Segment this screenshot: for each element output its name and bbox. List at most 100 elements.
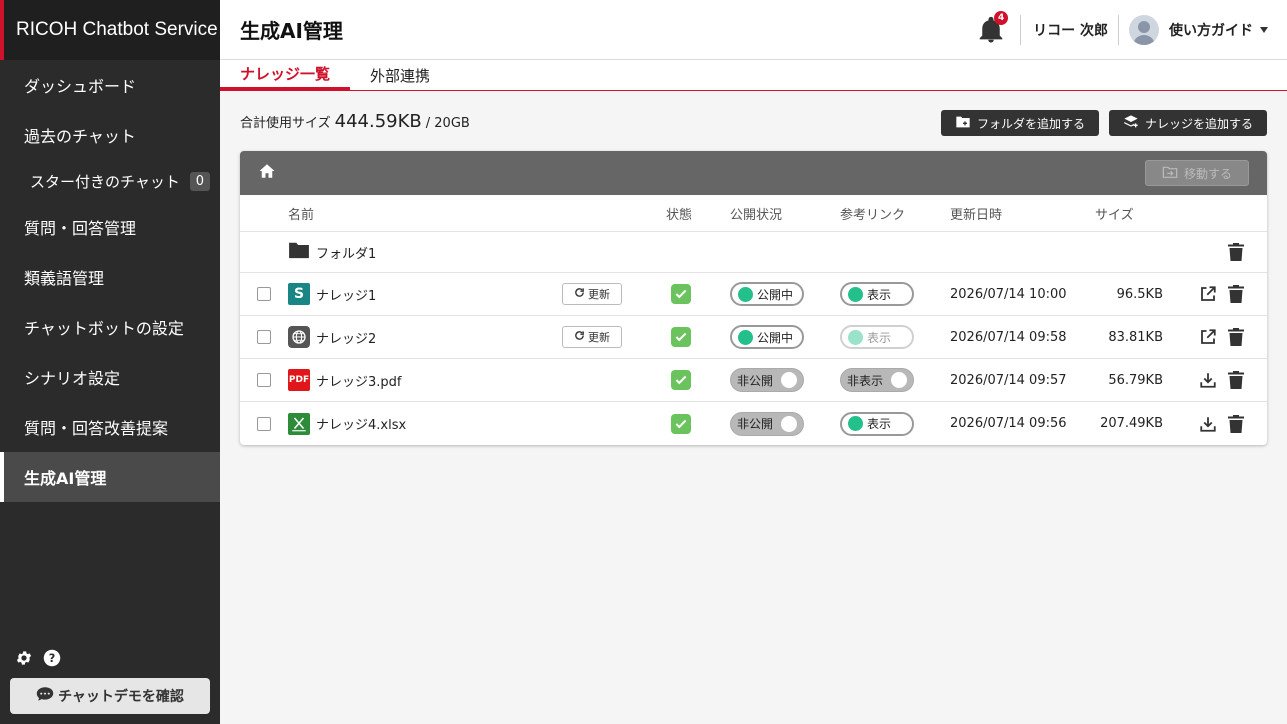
folder-row[interactable]: フォルダ1 <box>240 232 1267 273</box>
link-toggle[interactable]: 非表示 <box>840 368 914 392</box>
user-name: リコー 次郎 <box>1033 22 1108 39</box>
public-label: 公開中 <box>757 287 794 302</box>
col-size[interactable]: サイズ <box>1095 195 1134 231</box>
move-icon <box>1162 165 1178 182</box>
add-knowledge-label: ナレッジを追加する <box>1144 116 1253 131</box>
layers-add-icon <box>1123 114 1139 133</box>
sidebar-item-dashboard[interactable]: ダッシュボード <box>0 60 220 110</box>
trash-icon[interactable] <box>1226 327 1246 347</box>
help-icon[interactable]: ? <box>42 648 62 668</box>
toggle-knob <box>891 372 907 388</box>
home-icon[interactable] <box>258 162 276 184</box>
knowledge-table: 移動する 名前 状態 公開状況 参考リンク 更新日時 サイズ フォルダ1 S ナ… <box>240 151 1267 445</box>
svg-text:?: ? <box>49 652 56 665</box>
sidebar-bottom: ? チャットデモを確認 <box>0 648 220 724</box>
open-external-icon[interactable] <box>1198 284 1218 304</box>
sidebar-item-scenario-settings[interactable]: シナリオ設定 <box>0 352 220 402</box>
sidebar-item-qa-improvement[interactable]: 質問・回答改善提案 <box>0 402 220 452</box>
brand-logo: RICOH Chatbot Service <box>0 0 220 60</box>
public-toggle[interactable]: 非公開 <box>730 411 804 436</box>
table-header-row: 名前 状態 公開状況 参考リンク 更新日時 サイズ <box>240 195 1267 232</box>
col-updated[interactable]: 更新日時 <box>950 195 1002 231</box>
updated-date: 2026/07/14 10:00 <box>950 286 1067 302</box>
knowledge-name: ナレッジ2 <box>316 331 377 347</box>
chat-bubble-icon <box>36 686 54 706</box>
table-row[interactable]: ナレッジ4.xlsx 非公開 表示 2026/07/14 09:56 207.4… <box>240 402 1267 445</box>
toggle-knob <box>738 286 753 302</box>
table-row[interactable]: ナレッジ2 更新 公開中 表示 2026/07/14 09:58 83.81KB <box>240 316 1267 359</box>
tab-knowledge-list[interactable]: ナレッジ一覧 <box>220 60 351 90</box>
sidebar: RICOH Chatbot Service ダッシュボード 過去のチャット スタ… <box>0 0 220 724</box>
avatar <box>1129 14 1159 45</box>
usage-limit: / 20GB <box>425 116 470 131</box>
row-checkbox[interactable] <box>257 416 271 431</box>
link-toggle[interactable]: 表示 <box>840 411 914 436</box>
notification-badge: 4 <box>994 10 1009 25</box>
link-label: 非表示 <box>847 373 884 388</box>
public-toggle[interactable]: 非公開 <box>730 368 804 392</box>
link-toggle[interactable]: 表示 <box>840 282 914 306</box>
row-checkbox[interactable] <box>257 373 271 387</box>
add-folder-button[interactable]: フォルダを追加する <box>940 110 1099 136</box>
check-icon <box>671 327 691 347</box>
folder-add-icon <box>955 115 971 132</box>
starred-count-badge: 0 <box>189 171 210 191</box>
chat-demo-button[interactable]: チャットデモを確認 <box>10 678 210 714</box>
knowledge-name: ナレッジ4.xlsx <box>316 418 407 433</box>
col-link[interactable]: 参考リンク <box>840 195 905 231</box>
sidebar-item-past-chats[interactable]: 過去のチャット <box>0 110 220 160</box>
public-label: 非公開 <box>737 373 774 388</box>
usage-value: 444.59KB <box>334 111 422 132</box>
chat-demo-label: チャットデモを確認 <box>58 689 184 705</box>
header: 生成AI管理 4 リコー 次郎 使い方ガイド <box>220 0 1287 60</box>
knowledge-name: ナレッジ1 <box>316 288 377 304</box>
sidebar-item-chatbot-settings[interactable]: チャットボットの設定 <box>0 302 220 352</box>
file-size: 56.79KB <box>1108 372 1163 388</box>
public-toggle[interactable]: 公開中 <box>730 282 804 306</box>
download-icon[interactable] <box>1198 414 1218 434</box>
public-toggle[interactable]: 公開中 <box>730 325 804 349</box>
open-external-icon[interactable] <box>1198 327 1218 347</box>
updated-date: 2026/07/14 09:58 <box>950 329 1067 345</box>
add-knowledge-button[interactable]: ナレッジを追加する <box>1108 110 1267 136</box>
link-label: 表示 <box>867 417 892 431</box>
col-public[interactable]: 公開状況 <box>730 195 782 231</box>
guide-dropdown[interactable]: 使い方ガイド <box>1169 20 1269 40</box>
refresh-button[interactable]: 更新 <box>562 326 622 348</box>
col-status[interactable]: 状態 <box>666 195 692 231</box>
sidebar-item-qa-management[interactable]: 質問・回答管理 <box>0 202 220 252</box>
usage-label: 合計使用サイズ <box>240 116 331 131</box>
toggle-knob <box>781 415 797 432</box>
table-row[interactable]: PDF ナレッジ3.pdf 非公開 非表示 2026/07/14 09:57 5… <box>240 359 1267 402</box>
sidebar-item-genai-management[interactable]: 生成AI管理 <box>0 452 220 502</box>
add-folder-label: フォルダを追加する <box>976 116 1085 131</box>
updated-date: 2026/07/14 09:56 <box>950 416 1067 431</box>
row-checkbox[interactable] <box>257 287 271 301</box>
link-label: 表示 <box>867 330 892 345</box>
gear-icon[interactable] <box>14 648 34 668</box>
row-checkbox[interactable] <box>257 330 271 344</box>
sidebar-item-synonyms[interactable]: 類義語管理 <box>0 252 220 302</box>
col-name[interactable]: 名前 <box>288 195 314 231</box>
folder-icon <box>288 241 310 263</box>
trash-icon[interactable] <box>1226 242 1246 262</box>
trash-icon[interactable] <box>1226 370 1246 390</box>
trash-icon[interactable] <box>1226 284 1246 304</box>
move-button[interactable]: 移動する <box>1145 160 1249 186</box>
caret-down-icon <box>1259 22 1269 38</box>
usage-summary: 合計使用サイズ 444.59KB / 20GB <box>240 111 470 132</box>
file-size: 83.81KB <box>1108 329 1163 345</box>
download-icon[interactable] <box>1198 370 1218 390</box>
file-size: 207.49KB <box>1100 416 1163 431</box>
pdf-icon: PDF <box>288 369 310 391</box>
sidebar-item-starred-chats[interactable]: スター付きのチャット 0 <box>0 160 220 202</box>
sharepoint-icon: S <box>288 283 310 305</box>
move-label: 移動する <box>1183 166 1232 181</box>
refresh-button[interactable]: 更新 <box>562 283 622 305</box>
notification-button[interactable]: 4 <box>976 10 1009 45</box>
link-label: 表示 <box>867 287 892 302</box>
table-row[interactable]: S ナレッジ1 更新 公開中 表示 2026/07/14 10:00 96.5K… <box>240 273 1267 316</box>
tab-external-integration[interactable]: 外部連携 <box>350 60 450 90</box>
toggle-knob <box>738 329 753 345</box>
trash-icon[interactable] <box>1226 414 1246 434</box>
